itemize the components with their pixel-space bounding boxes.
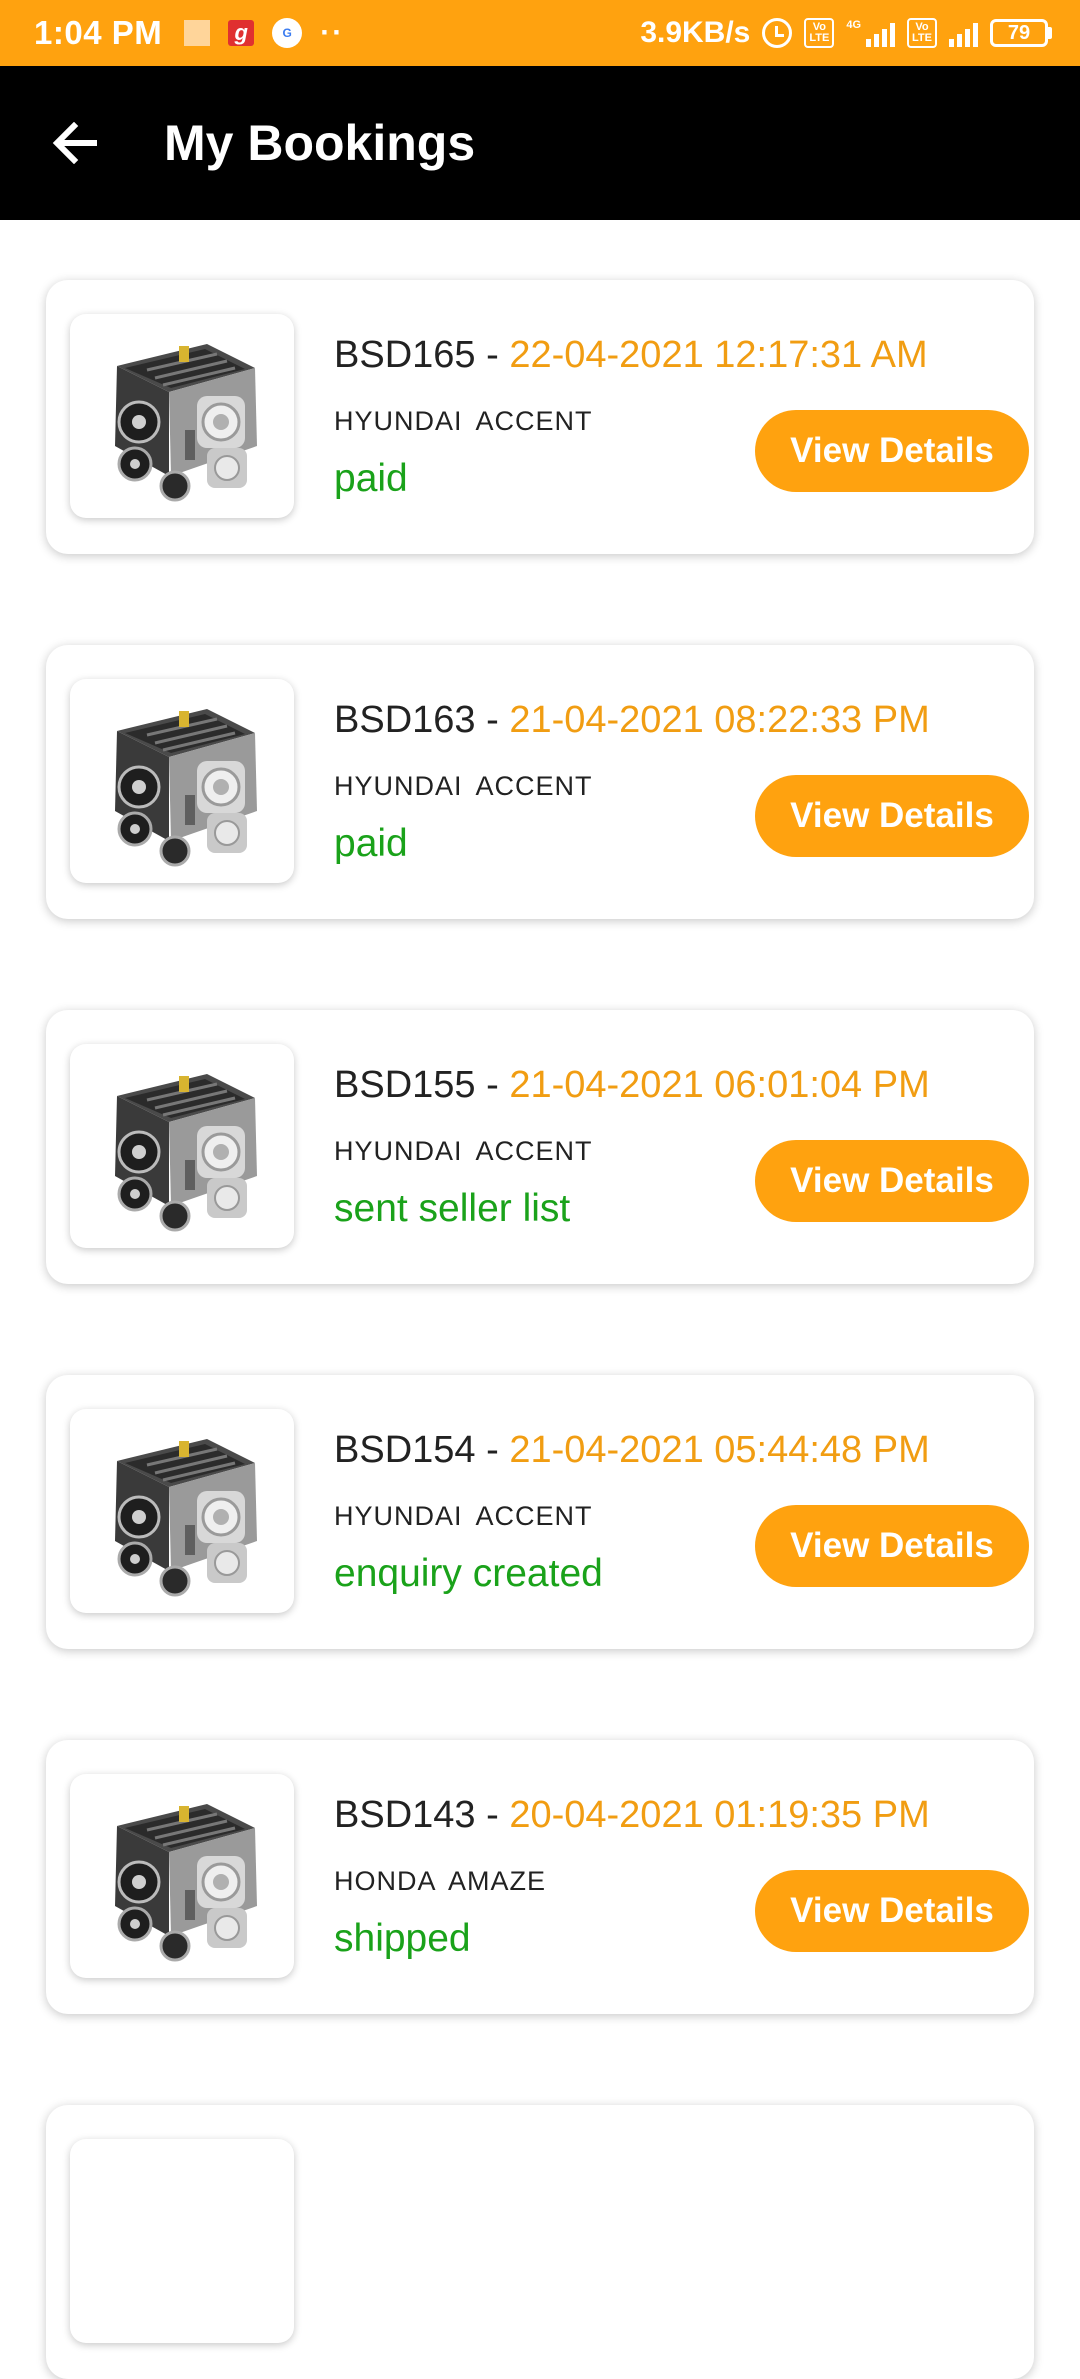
booking-card-partial xyxy=(46,2105,1034,2379)
battery-level: 79 xyxy=(990,19,1048,47)
arrow-left-icon xyxy=(52,122,97,164)
booking-card: BSD155 - 21-04-2021 06:01:04 PM HYUNDAI … xyxy=(46,1010,1034,1284)
booking-status: sent seller list xyxy=(334,1187,571,1230)
booking-image xyxy=(70,1044,294,1248)
engine-icon xyxy=(115,1439,257,1597)
view-details-button[interactable]: View Details xyxy=(755,1505,1029,1587)
view-details-button[interactable]: View Details xyxy=(755,775,1029,857)
battery-icon: 79 xyxy=(990,19,1052,47)
booking-image xyxy=(70,2139,294,2343)
booking-header: BSD143 - 20-04-2021 01:19:35 PM xyxy=(334,1794,930,1837)
booking-header: BSD154 - 21-04-2021 05:44:48 PM xyxy=(334,1429,930,1472)
booking-separator: - xyxy=(475,699,510,741)
alarm-icon xyxy=(762,18,793,48)
notification-icons: g G ·· xyxy=(184,18,344,48)
booking-vehicle: HONDA AMAZE xyxy=(334,1866,547,1896)
booking-separator: - xyxy=(475,1429,510,1471)
booking-card: BSD163 - 21-04-2021 08:22:33 PM HYUNDAI … xyxy=(46,645,1034,919)
booking-header: BSD165 - 22-04-2021 12:17:31 AM xyxy=(334,334,928,377)
booking-status: enquiry created xyxy=(334,1552,603,1595)
booking-image xyxy=(70,314,294,518)
page-title: My Bookings xyxy=(164,115,476,171)
booking-card: BSD165 - 22-04-2021 12:17:31 AM HYUNDAI … xyxy=(46,280,1034,554)
signal-4g-icon: 4G xyxy=(846,19,896,47)
status-right: 3.9KB/s Vo LTE 4G Vo LTE 79 xyxy=(640,16,1052,50)
booking-status: shipped xyxy=(334,1917,471,1960)
gallery-icon xyxy=(184,20,211,46)
view-details-button[interactable]: View Details xyxy=(755,410,1029,492)
booking-date: 21-04-2021 08:22:33 PM xyxy=(509,699,930,741)
booking-id: BSD143 xyxy=(334,1794,476,1836)
booking-image xyxy=(70,1409,294,1613)
booking-separator: - xyxy=(475,334,510,376)
engine-icon xyxy=(115,1074,257,1232)
booking-header: BSD155 - 21-04-2021 06:01:04 PM xyxy=(334,1064,930,1107)
status-bar: 1:04 PM g G ·· 3.9KB/s Vo LTE 4G Vo LTE 79 xyxy=(0,0,1080,66)
status-time: 1:04 PM xyxy=(34,14,163,51)
booking-date: 22-04-2021 12:17:31 AM xyxy=(509,334,928,376)
engine-icon xyxy=(115,709,257,867)
booking-separator: - xyxy=(475,1794,510,1836)
booking-image xyxy=(70,1774,294,1978)
booking-id: BSD163 xyxy=(334,699,476,741)
engine-icon xyxy=(115,1804,257,1962)
booking-date: 20-04-2021 01:19:35 PM xyxy=(509,1794,930,1836)
gpay-icon: G xyxy=(272,18,303,48)
booking-date: 21-04-2021 06:01:04 PM xyxy=(509,1064,930,1106)
booking-card: BSD143 - 20-04-2021 01:19:35 PM HONDA AM… xyxy=(46,1740,1034,2014)
more-dots-icon: ·· xyxy=(320,16,345,49)
booking-id: BSD155 xyxy=(334,1064,476,1106)
booking-separator: - xyxy=(475,1064,510,1106)
booking-date: 21-04-2021 05:44:48 PM xyxy=(509,1429,930,1471)
app-bar: My Bookings xyxy=(0,66,1080,220)
back-button[interactable] xyxy=(44,111,108,175)
net-speed: 3.9KB/s xyxy=(640,16,751,49)
view-details-button[interactable]: View Details xyxy=(755,1140,1029,1222)
booking-status: paid xyxy=(334,822,408,865)
booking-id: BSD154 xyxy=(334,1429,476,1471)
booking-vehicle: HYUNDAI ACCENT xyxy=(334,406,593,436)
booking-vehicle: HYUNDAI ACCENT xyxy=(334,1501,593,1531)
g-app-icon: g xyxy=(228,20,255,46)
view-details-button[interactable]: View Details xyxy=(755,1870,1029,1952)
booking-image xyxy=(70,679,294,883)
booking-status: paid xyxy=(334,457,408,500)
booking-card: BSD154 - 21-04-2021 05:44:48 PM HYUNDAI … xyxy=(46,1375,1034,1649)
booking-vehicle: HYUNDAI ACCENT xyxy=(334,1136,593,1166)
network-label: 4G xyxy=(846,19,862,31)
booking-header: BSD163 - 21-04-2021 08:22:33 PM xyxy=(334,699,930,742)
engine-icon xyxy=(115,344,257,502)
volte-icon-2: Vo LTE xyxy=(907,18,937,48)
volte-icon: Vo LTE xyxy=(804,18,835,48)
booking-vehicle: HYUNDAI ACCENT xyxy=(334,771,593,801)
booking-id: BSD165 xyxy=(334,334,476,376)
signal-icon xyxy=(949,19,978,47)
